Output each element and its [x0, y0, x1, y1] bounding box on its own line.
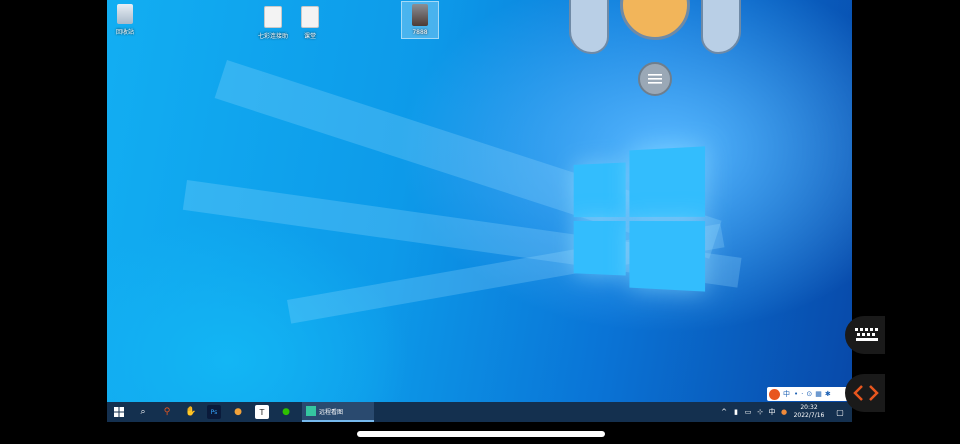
app-t-icon[interactable]: T: [255, 405, 269, 419]
taskbar-active-app[interactable]: 远程看图: [302, 402, 374, 422]
start-button[interactable]: [112, 405, 126, 419]
desktop-icon-recycle-bin[interactable]: 回收站: [107, 4, 147, 36]
hamburger-icon: [648, 74, 662, 84]
code-arrows-icon: [853, 385, 879, 401]
home-indicator[interactable]: [357, 431, 605, 437]
clock-date: 2022/7/16: [793, 412, 825, 419]
app-search-icon[interactable]: ⚲: [160, 405, 174, 419]
app-hand-icon[interactable]: ✋: [184, 405, 198, 419]
remote-control-pad[interactable]: [565, 0, 745, 70]
keyboard-button[interactable]: [845, 316, 885, 354]
taskbar: ⌕ ⚲ ✋ Ps ● T ● 远程看图 ^ ▮ ▭ ⊹ 中 ● 20:32 20…: [107, 402, 852, 422]
right-click-button[interactable]: [701, 0, 741, 54]
search-icon[interactable]: ⌕: [136, 405, 150, 419]
ime-toolbar[interactable]: 中 •·⊙▦✱: [767, 387, 852, 401]
remote-viewer-icon: [306, 406, 316, 416]
control-ball[interactable]: [620, 0, 690, 40]
desktop-icon-doc-2[interactable]: 课堂: [288, 6, 332, 40]
sogou-icon[interactable]: [769, 388, 780, 400]
photo-icon: [412, 4, 428, 26]
clock[interactable]: 20:32 2022/7/16: [791, 404, 827, 420]
clock-time: 20:32: [800, 404, 818, 411]
menu-button[interactable]: [638, 62, 672, 96]
photoshop-icon[interactable]: Ps: [207, 405, 221, 419]
left-click-button[interactable]: [569, 0, 609, 54]
windows-logo: [573, 146, 708, 294]
keyboard-icon: [855, 328, 878, 341]
windows-start-icon: [114, 407, 124, 417]
tray-app-icon[interactable]: ●: [777, 405, 791, 419]
desktop-icon-photo[interactable]: 7888: [401, 1, 439, 39]
document-icon: [301, 6, 319, 28]
toolbar-toggle-button[interactable]: [845, 374, 885, 412]
app-flame-icon[interactable]: ●: [231, 405, 245, 419]
document-icon: [264, 6, 282, 28]
recycle-bin-icon: [117, 4, 133, 24]
ime-tools-icon[interactable]: •·⊙▦✱: [794, 390, 834, 398]
ime-lang[interactable]: 中: [783, 389, 790, 399]
wechat-icon[interactable]: ●: [279, 405, 293, 419]
